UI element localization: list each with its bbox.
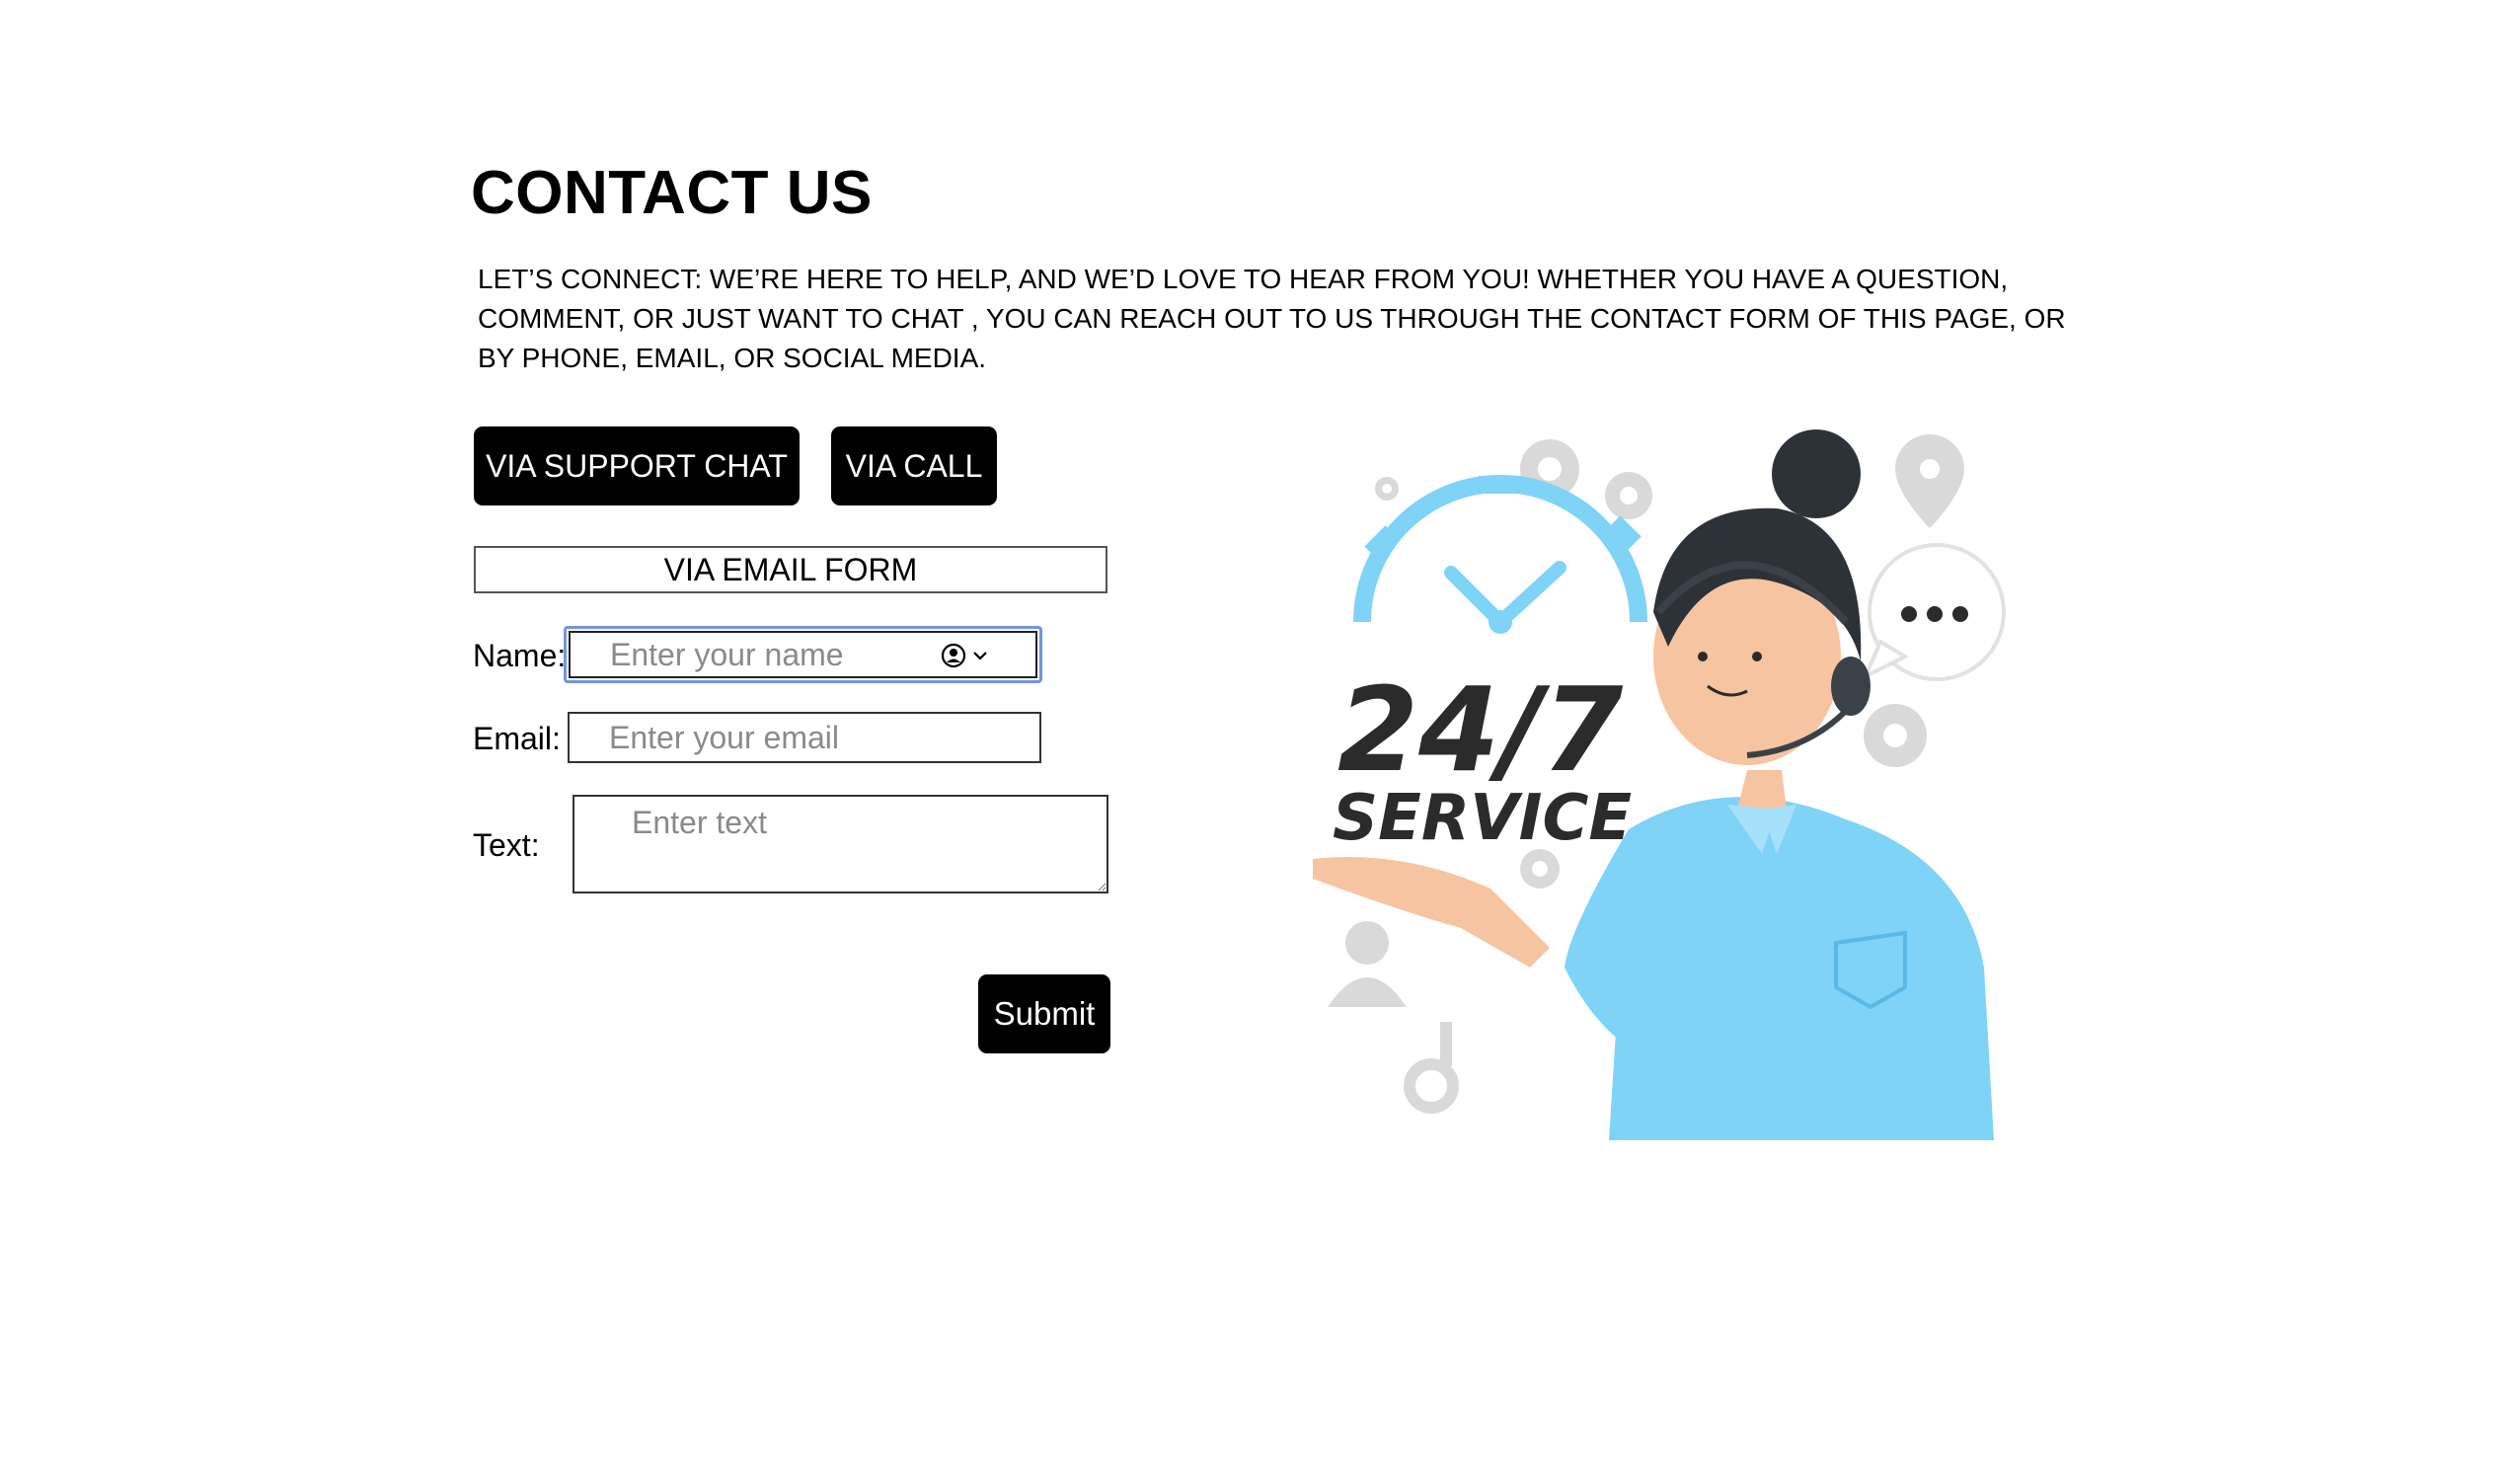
page-title: CONTACT US [471,159,873,227]
email-label: Email: [473,721,561,756]
location-pin-icon [1895,434,1964,528]
submit-button[interactable]: Submit [978,974,1110,1053]
chat-bubble-icon [1862,543,2006,681]
gear-icon [1605,472,1652,519]
gear-icon [1864,704,1927,767]
text-label: Text: [473,827,540,863]
user-circle-icon [941,643,966,668]
support-agent-illustration: 24/7 SERVICE [1313,429,2006,1140]
message-textarea[interactable] [573,795,1108,893]
gear-icon [1520,849,1560,889]
name-label: Name: [473,638,567,673]
key-icon [1404,1022,1459,1114]
email-form-header: VIA EMAIL FORM [474,546,1107,593]
illustration-headline: 24/7 [1337,661,1623,798]
gear-icon [1375,477,1399,501]
user-icon [1328,921,1407,1007]
illustration-subline: SERVICE [1333,782,1632,855]
name-field-focus-ring [564,626,1042,683]
call-button[interactable]: VIA CALL [831,426,997,505]
intro-text: LET’S CONNECT: WE’RE HERE TO HELP, AND W… [478,264,2066,373]
support-chat-button[interactable]: VIA SUPPORT CHAT [474,426,800,505]
stopwatch-icon [1353,475,1647,634]
chevron-down-icon [973,652,987,660]
email-input[interactable] [568,712,1041,763]
autofill-contact-icon[interactable] [941,643,1000,668]
